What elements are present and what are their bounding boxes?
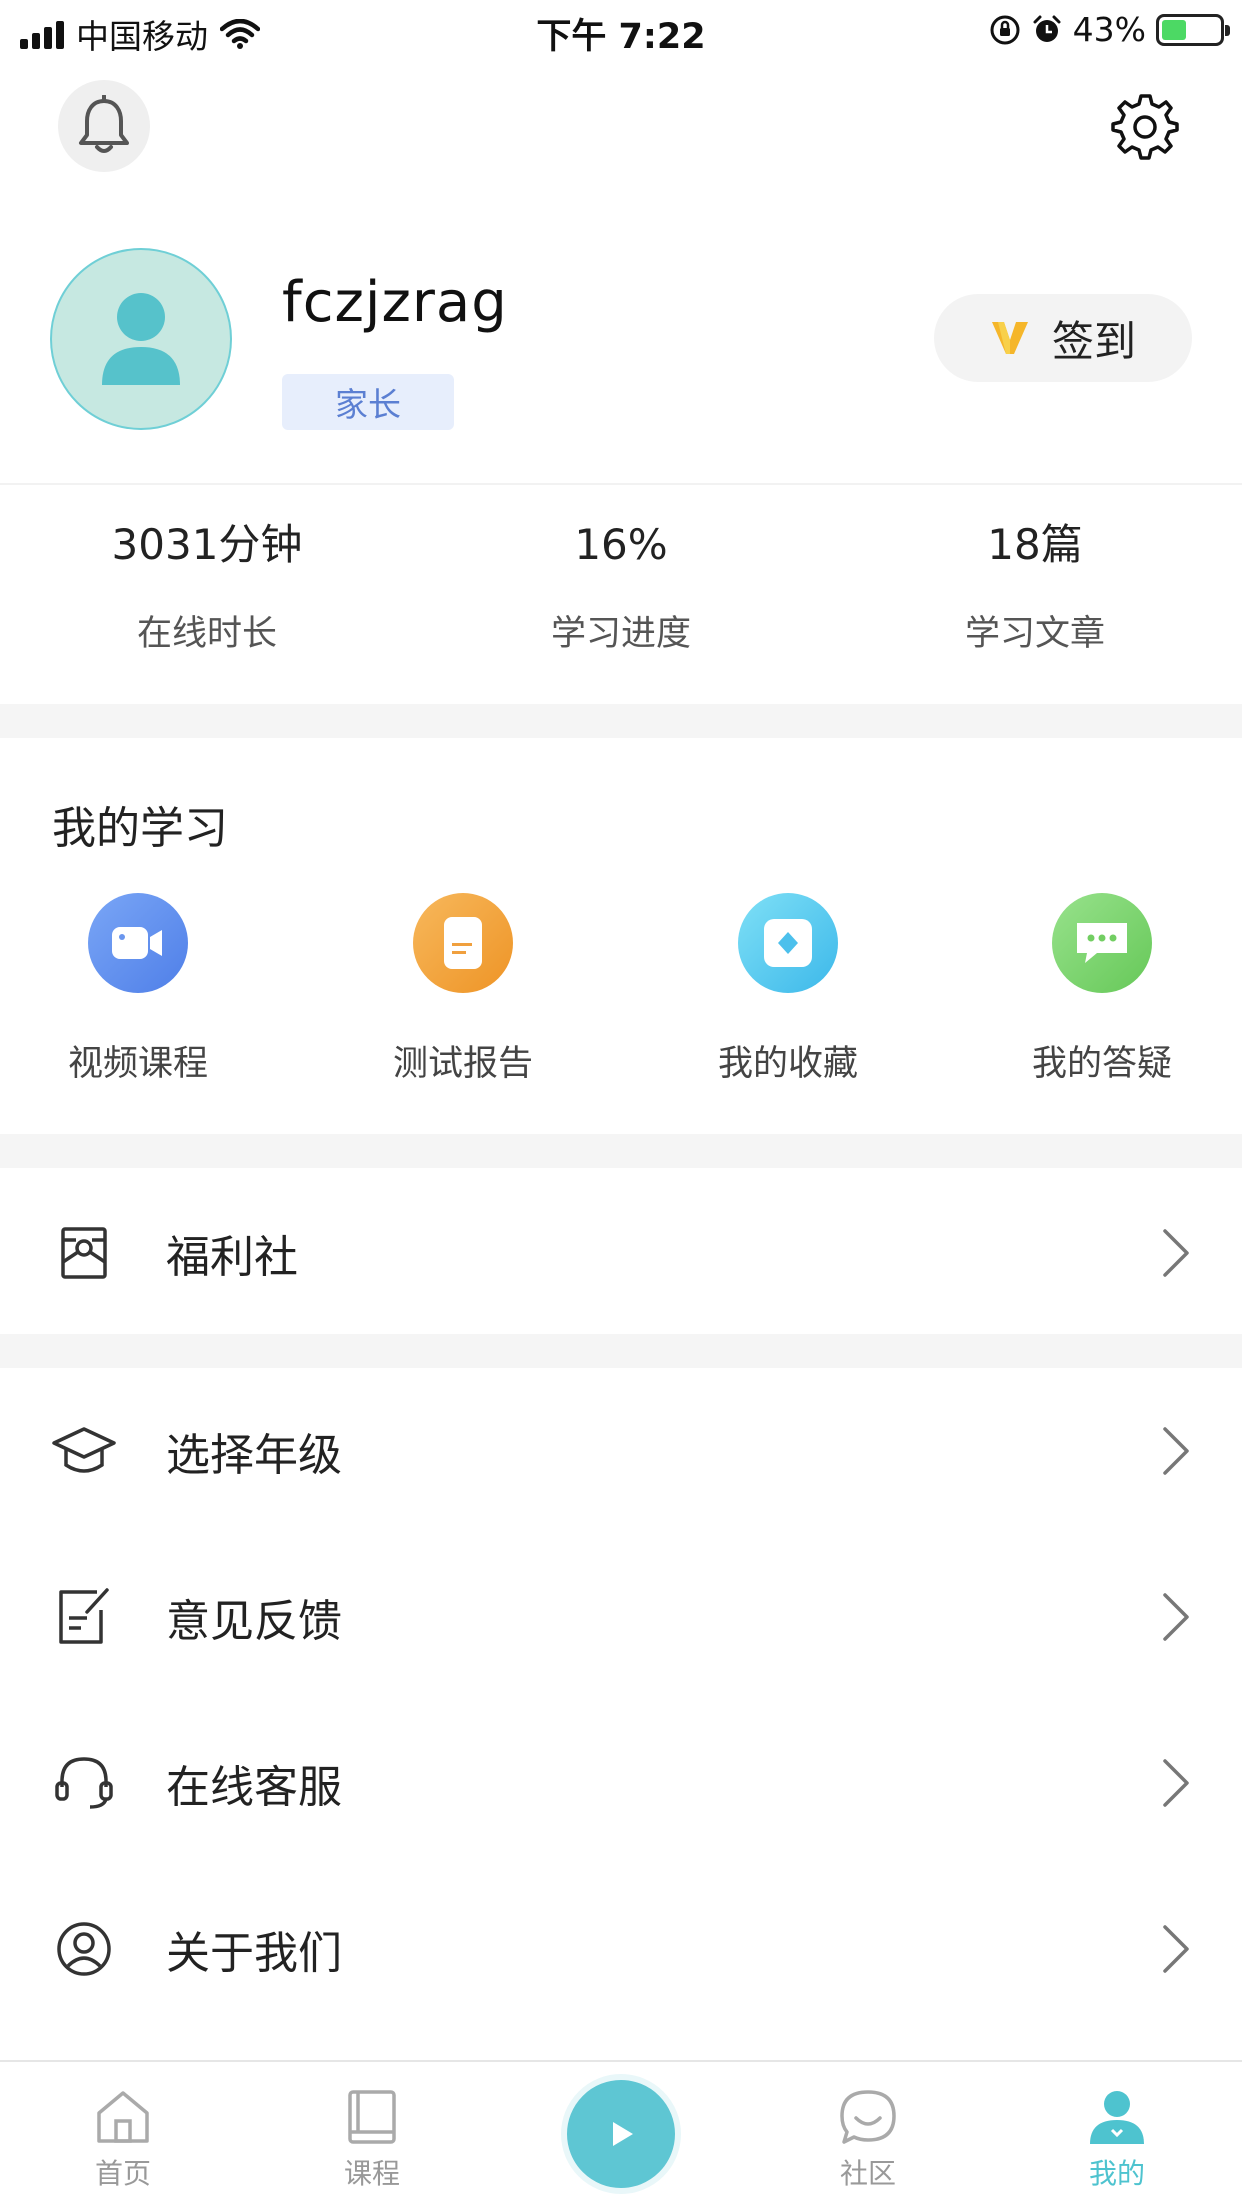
profile-person-icon bbox=[1027, 2086, 1207, 2148]
person-icon bbox=[102, 293, 180, 385]
menu-item-customer-service[interactable]: 在线客服 bbox=[0, 1700, 1242, 1866]
tab-community[interactable]: 社区 bbox=[778, 2086, 958, 2192]
community-chat-icon bbox=[778, 2086, 958, 2148]
status-bar: 中国移动 下午 7:22 43% bbox=[0, 0, 1242, 62]
feature-label: 我的收藏 bbox=[717, 1044, 858, 1084]
stat-online-time[interactable]: 3031分钟 在线时长 bbox=[0, 515, 414, 656]
tab-label: 首页 bbox=[94, 2157, 151, 2190]
rotation-lock-icon bbox=[990, 15, 1020, 44]
menu-label: 在线客服 bbox=[166, 1762, 342, 1813]
chevron-right-icon bbox=[1156, 1753, 1196, 1813]
stats-row: 3031分钟 在线时长 16% 学习进度 18篇 学习文章 bbox=[0, 515, 1242, 675]
graduation-cap-icon bbox=[50, 1417, 118, 1485]
stat-label: 学习进度 bbox=[550, 614, 691, 654]
tab-mine[interactable]: 我的 bbox=[1027, 2086, 1207, 2192]
divider bbox=[0, 483, 1242, 485]
menu-item-feedback[interactable]: 意见反馈 bbox=[0, 1534, 1242, 1700]
feature-my-qa[interactable]: 我的答疑 bbox=[982, 893, 1222, 1086]
tab-home[interactable]: 首页 bbox=[33, 2086, 213, 2192]
username: fczjzrag bbox=[282, 270, 508, 335]
tab-label: 课程 bbox=[343, 2157, 400, 2190]
center-play-button[interactable] bbox=[561, 2074, 681, 2194]
bell-icon bbox=[79, 95, 129, 153]
feature-favorites[interactable]: 我的收藏 bbox=[668, 893, 908, 1086]
checkin-button[interactable]: 签到 bbox=[934, 294, 1192, 382]
role-badge: 家长 bbox=[282, 374, 454, 430]
user-circle-icon bbox=[50, 1915, 118, 1983]
stat-value: 16% bbox=[574, 520, 668, 569]
tab-label: 社区 bbox=[839, 2157, 896, 2190]
feature-label: 测试报告 bbox=[392, 1044, 533, 1084]
tab-label: 我的 bbox=[1088, 2157, 1145, 2190]
feature-video-courses[interactable]: 视频课程 bbox=[18, 893, 258, 1086]
headset-icon bbox=[50, 1749, 118, 1817]
my-learning-title: 我的学习 bbox=[52, 803, 228, 854]
battery-percent: 43% bbox=[1072, 10, 1146, 49]
stat-value: 18篇 bbox=[987, 520, 1083, 569]
stat-label: 学习文章 bbox=[964, 614, 1105, 654]
battery-charging-icon bbox=[1156, 13, 1230, 46]
favorites-diamond-icon bbox=[738, 893, 838, 993]
feedback-edit-icon bbox=[50, 1583, 118, 1651]
gear-icon bbox=[1111, 94, 1179, 160]
alarm-icon bbox=[1033, 15, 1061, 42]
stat-label: 在线时长 bbox=[136, 614, 277, 654]
play-icon bbox=[613, 2122, 633, 2146]
profile-page: 中国移动 下午 7:22 43% fczjzrag 家长 签到 3031分钟 在… bbox=[0, 0, 1242, 2208]
avatar[interactable] bbox=[50, 248, 232, 430]
tab-courses[interactable]: 课程 bbox=[282, 2086, 462, 2192]
chevron-right-icon bbox=[1156, 1587, 1196, 1647]
report-document-icon bbox=[413, 893, 513, 993]
section-separator bbox=[0, 1334, 1242, 1368]
section-separator bbox=[0, 1134, 1242, 1168]
chevron-right-icon bbox=[1156, 1919, 1196, 1979]
book-icon bbox=[282, 2086, 462, 2148]
section-separator bbox=[0, 704, 1242, 738]
feature-test-report[interactable]: 测试报告 bbox=[343, 893, 583, 1086]
stat-value: 3031分钟 bbox=[111, 520, 303, 569]
menu-item-select-grade[interactable]: 选择年级 bbox=[0, 1368, 1242, 1534]
stat-articles[interactable]: 18篇 学习文章 bbox=[828, 515, 1242, 656]
menu-item-welfare[interactable]: 福利社 bbox=[0, 1170, 1242, 1336]
status-right: 43% bbox=[989, 10, 1230, 49]
feature-label: 我的答疑 bbox=[1031, 1044, 1172, 1084]
video-camera-icon bbox=[88, 893, 188, 993]
v-badge-icon bbox=[991, 322, 1028, 354]
notification-button[interactable] bbox=[58, 80, 150, 172]
feature-label: 视频课程 bbox=[67, 1044, 208, 1084]
gift-box-icon bbox=[50, 1219, 118, 1287]
chevron-right-icon bbox=[1156, 1421, 1196, 1481]
stat-progress[interactable]: 16% 学习进度 bbox=[414, 515, 828, 656]
menu-label: 关于我们 bbox=[166, 1928, 342, 1979]
menu-label: 福利社 bbox=[166, 1232, 298, 1283]
chevron-right-icon bbox=[1156, 1223, 1196, 1283]
checkin-label: 签到 bbox=[1051, 316, 1136, 366]
settings-button[interactable] bbox=[1104, 86, 1184, 166]
menu-label: 意见反馈 bbox=[166, 1596, 342, 1647]
home-icon bbox=[33, 2086, 213, 2148]
menu-label: 选择年级 bbox=[166, 1430, 342, 1481]
battery-level bbox=[1162, 19, 1187, 40]
chat-bubble-icon bbox=[1052, 893, 1152, 993]
menu-item-about-us[interactable]: 关于我们 bbox=[0, 1866, 1242, 2032]
